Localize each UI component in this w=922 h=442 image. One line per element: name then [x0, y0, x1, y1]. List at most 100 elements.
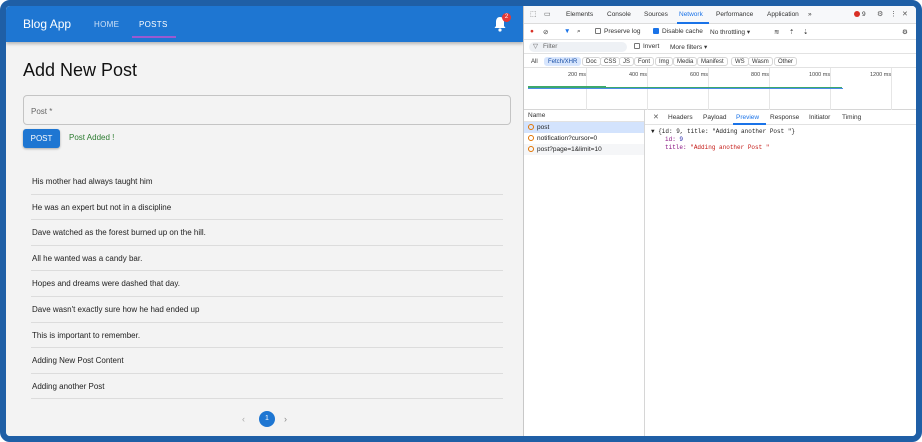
filter-bar: ▽ Filter Invert More filters ▾	[524, 40, 916, 54]
wifi-icon[interactable]: ≋	[774, 28, 779, 36]
invert-checkbox[interactable]: Invert	[634, 43, 659, 50]
inspect-element-icon[interactable]: ⬚	[530, 10, 537, 18]
list-item[interactable]: All he wanted was a candy bar.	[31, 246, 503, 272]
timeline-tick: 1200 ms	[870, 72, 892, 78]
error-count: 9	[862, 11, 866, 18]
post-input-label: Post *	[31, 107, 53, 116]
filter-input[interactable]: ▽ Filter	[529, 42, 627, 52]
request-name: notification?cursor=0	[537, 135, 598, 142]
disable-cache-checkbox[interactable]: Disable cache	[653, 28, 703, 35]
type-filter-img[interactable]: Img	[655, 57, 674, 66]
preview-tab-indicator	[733, 123, 766, 125]
prev-page-button[interactable]: ‹	[242, 414, 245, 424]
list-item[interactable]: Dave wasn't exactly sure how he had ende…	[31, 297, 503, 323]
tab-response[interactable]: Response	[770, 114, 799, 121]
xhr-icon	[528, 146, 534, 152]
close-icon[interactable]: ✕	[902, 10, 908, 18]
type-filter-media[interactable]: Media	[673, 57, 698, 66]
preview-summary[interactable]: ▼ {id: 9, title: "Adding another Post "}	[651, 128, 795, 136]
nav-posts[interactable]: POSTS	[139, 20, 168, 29]
type-filter-css[interactable]: CSS	[600, 57, 621, 66]
nav-home[interactable]: HOME	[94, 20, 119, 29]
settings-icon[interactable]: ⚙	[902, 28, 908, 36]
app-bar: Blog App HOME POSTS 2	[6, 6, 523, 42]
kebab-menu-icon[interactable]: ⋮	[890, 10, 897, 18]
upload-icon[interactable]: ⇡	[789, 28, 794, 36]
xhr-icon	[528, 135, 534, 141]
list-item[interactable]: Hopes and dreams were dashed that day.	[31, 271, 503, 297]
blog-app: Blog App HOME POSTS 2 Add New Post Post …	[6, 6, 523, 436]
request-row[interactable]: post?page=1&limit=10	[524, 144, 644, 155]
record-icon[interactable]: ●	[530, 28, 534, 35]
list-item[interactable]: Dave watched as the forest burned up on …	[31, 220, 503, 246]
timeline-request-bar	[528, 88, 843, 89]
request-row[interactable]: post	[524, 122, 644, 133]
gear-icon[interactable]: ⚙	[877, 10, 883, 18]
network-timeline[interactable]: 200 ms 400 ms 600 ms 800 ms 1000 ms 1200…	[524, 68, 916, 110]
timeline-tick: 800 ms	[751, 72, 770, 78]
timeline-tick: 1000 ms	[809, 72, 831, 78]
post-button[interactable]: POST	[23, 129, 60, 148]
tab-timing[interactable]: Timing	[842, 114, 861, 121]
type-filter-ws[interactable]: WS	[731, 57, 749, 66]
list-item[interactable]: Adding another Post	[31, 374, 503, 400]
brand-title[interactable]: Blog App	[23, 17, 71, 31]
disable-cache-label: Disable cache	[662, 28, 703, 35]
resource-type-filters: All Fetch/XHR Doc CSS JS Font Img Media …	[524, 54, 916, 68]
xhr-icon	[528, 124, 534, 130]
list-item[interactable]: This is important to remember.	[31, 323, 503, 349]
tab-performance[interactable]: Performance	[716, 11, 753, 18]
page-title: Add New Post	[23, 60, 138, 80]
next-page-button[interactable]: ›	[284, 414, 287, 424]
window-frame: Blog App HOME POSTS 2 Add New Post Post …	[0, 0, 922, 442]
current-page-button[interactable]: 1	[259, 411, 275, 427]
throttling-select[interactable]: No throttling ▾	[710, 28, 750, 36]
type-filter-manifest[interactable]: Manifest	[697, 57, 728, 66]
nav-active-indicator	[132, 36, 176, 38]
filter-funnel-icon: ▽	[533, 43, 538, 50]
type-filter-other[interactable]: Other	[774, 57, 798, 66]
tab-application[interactable]: Application	[767, 11, 799, 18]
tab-headers[interactable]: Headers	[668, 114, 693, 121]
device-toolbar-icon[interactable]: ▭	[544, 10, 551, 18]
list-item[interactable]: He was an expert but not in a discipline	[31, 195, 503, 221]
throttling-value: No throttling	[710, 29, 746, 36]
more-tabs-icon[interactable]: »	[808, 11, 812, 18]
tab-initiator[interactable]: Initiator	[809, 114, 830, 121]
type-filter-fetch-xhr[interactable]: Fetch/XHR	[544, 57, 582, 66]
tab-preview[interactable]: Preview	[736, 114, 759, 121]
clear-icon[interactable]: ⊘	[543, 28, 548, 36]
type-filter-font[interactable]: Font	[634, 57, 655, 66]
close-detail-icon[interactable]: ✕	[653, 113, 659, 121]
error-count-badge[interactable]: 9	[854, 11, 866, 18]
timeline-tick: 200 ms	[568, 72, 587, 78]
json-preview: ▼ {id: 9, title: "Adding another Post "}…	[651, 128, 795, 152]
download-icon[interactable]: ⇣	[803, 28, 808, 36]
request-list-header[interactable]: Name	[524, 110, 644, 122]
timeline-tick: 600 ms	[690, 72, 709, 78]
type-filter-doc[interactable]: Doc	[582, 57, 601, 66]
list-item[interactable]: His mother had always taught him	[31, 169, 503, 195]
list-item[interactable]: Adding New Post Content	[31, 348, 503, 374]
type-filter-js[interactable]: JS	[619, 57, 635, 66]
search-icon[interactable]: ⌕	[577, 28, 581, 36]
preserve-log-checkbox[interactable]: Preserve log	[595, 28, 641, 35]
checkbox-checked-icon	[653, 28, 659, 34]
tab-console[interactable]: Console	[607, 11, 631, 18]
type-filter-all[interactable]: All	[527, 57, 542, 66]
request-row[interactable]: notification?cursor=0	[524, 133, 644, 144]
request-detail: ✕ Headers Payload Preview Response Initi…	[645, 110, 916, 436]
tab-sources[interactable]: Sources	[644, 11, 668, 18]
timeline-gridline	[586, 68, 587, 110]
tab-payload[interactable]: Payload	[703, 114, 727, 121]
timeline-gridline	[647, 68, 648, 110]
tab-network[interactable]: Network	[679, 11, 703, 18]
type-filter-wasm[interactable]: Wasm	[748, 57, 773, 66]
post-input[interactable]: Post *	[23, 95, 511, 125]
timeline-gridline	[769, 68, 770, 110]
request-name: post	[537, 124, 550, 131]
filter-icon[interactable]: ▼	[564, 28, 570, 35]
error-icon	[854, 11, 860, 17]
more-filters-button[interactable]: More filters ▾	[670, 43, 707, 51]
tab-elements[interactable]: Elements	[566, 11, 593, 18]
